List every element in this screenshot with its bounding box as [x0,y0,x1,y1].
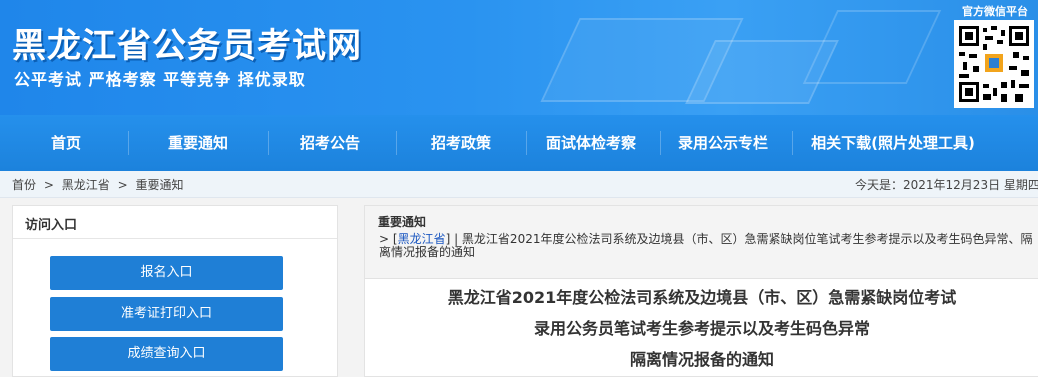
nav-item-announcements[interactable]: 招考公告 [282,115,378,171]
header-banner: 黑龙江省公务员考试网 公平考试 严格考察 平等竞争 择优录取 官方微信平台 [0,0,1038,115]
article-path-title: ] | 黑龙江省2021年度公检法司系统及边境县（市、区）急需紧缺岗位笔试考生参… [379,232,1033,259]
access-sidebar: 访问入口 报名入口 准考证打印入口 成绩查询入口 [12,205,338,377]
breadcrumb-separator: > [43,178,54,192]
article-category: 重要通知 [378,215,427,229]
nav-item-interview[interactable]: 面试体检考察 [537,115,645,171]
nav-divider [526,131,527,155]
admission-ticket-print-button[interactable]: 准考证打印入口 [50,297,283,331]
article-title: 黑龙江省2021年度公检法司系统及边境县（市、区）急需紧缺岗位考试 录用公务员笔… [365,282,1038,375]
divider [13,238,337,239]
nav-item-policies[interactable]: 招考政策 [413,115,509,171]
score-query-button[interactable]: 成绩查询入口 [50,337,283,371]
article-panel: 重要通知 > [黑龙江省] | 黑龙江省2021年度公检法司系统及边境县（市、区… [364,205,1038,377]
nav-item-publicity[interactable]: 录用公示专栏 [669,115,777,171]
nav-divider [396,131,397,155]
article-title-line: 隔离情况报备的通知 [629,350,774,369]
site-title[interactable]: 黑龙江省公务员考试网 [12,18,362,67]
article-title-line: 黑龙江省2021年度公检法司系统及边境县（市、区）急需紧缺岗位考试 [447,288,957,307]
nav-item-home[interactable]: 首页 [40,115,92,171]
article-header: 重要通知 > [黑龙江省] | 黑龙江省2021年度公检法司系统及边境县（市、区… [365,206,1038,279]
article-path-region-link[interactable]: 黑龙江省 [398,232,446,246]
nav-item-downloads[interactable]: 相关下载(照片处理工具) [800,115,986,171]
site-slogan: 公平考试 严格考察 平等竞争 择优录取 [14,70,306,89]
wechat-qr-code [954,20,1034,108]
breadcrumb: 首份 > 黑龙江省 > 重要通知 [12,176,187,193]
breadcrumb-bar: 首份 > 黑龙江省 > 重要通知 今天是：2021年12月23日 星期四 [0,171,1038,198]
nav-divider [792,131,793,155]
nav-divider [268,131,269,155]
breadcrumb-separator: > [117,178,128,192]
nav-divider [660,131,661,155]
banner-decoration [802,10,942,84]
article-path: > [黑龙江省] | 黑龙江省2021年度公检法司系统及边境县（市、区）急需紧缺… [379,233,1034,259]
article-title-line: 录用公务员笔试考生参考提示以及考生码色异常 [533,319,870,338]
breadcrumb-link-heilongjiang[interactable]: 黑龙江省 [62,178,110,192]
wechat-label: 官方微信平台 [962,5,1028,18]
article-path-prefix: > [ [379,232,398,246]
main-nav: 首页 重要通知 招考公告 招考政策 面试体检考察 录用公示专栏 相关下载(照片处… [0,115,1038,171]
sidebar-title: 访问入口 [25,218,78,233]
nav-divider [128,131,129,155]
qr-code-icon [959,26,1029,102]
breadcrumb-link-province[interactable]: 首份 [12,178,36,192]
breadcrumb-link-notices[interactable]: 重要通知 [135,178,183,192]
today-date: 今天是：2021年12月23日 星期四 [855,178,1038,192]
registration-entry-button[interactable]: 报名入口 [50,256,283,290]
nav-item-notices[interactable]: 重要通知 [150,115,246,171]
